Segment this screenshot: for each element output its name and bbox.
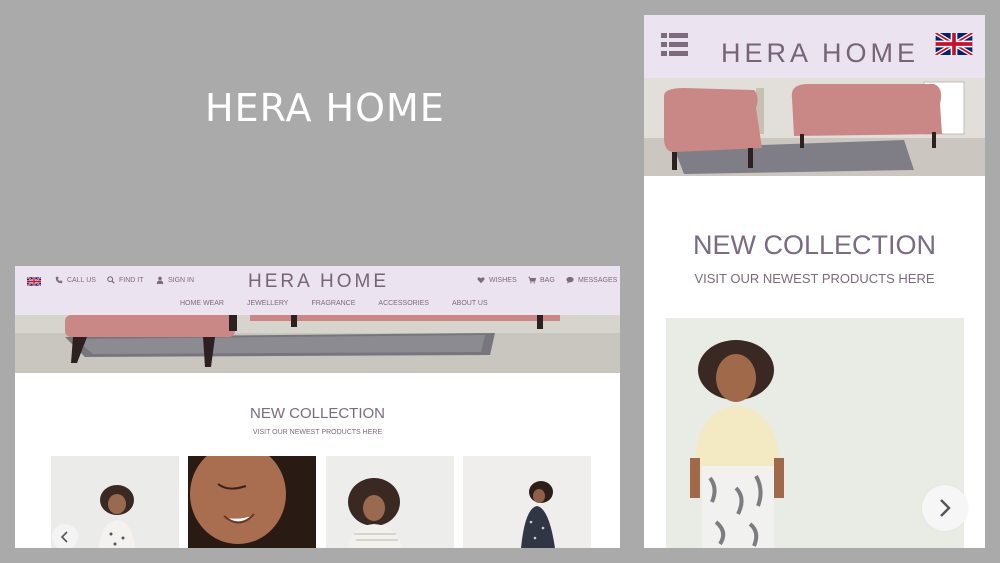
mobile-product-card[interactable]	[666, 318, 964, 548]
desktop-section-title: NEW COLLECTION	[249, 405, 385, 422]
chevron-left-icon	[60, 531, 68, 543]
desktop-section-subtitle[interactable]: VISIT OUR NEWEST PRODUCTS HERE	[15, 429, 620, 436]
desktop-carousel-prev-button[interactable]	[52, 524, 78, 548]
messages-link[interactable]: MESSAGES	[566, 276, 617, 284]
desktop-header: CALL US FIND IT SIGN IN HERA HOME WISHES…	[15, 266, 620, 315]
nav-item-home-wear[interactable]: HOME WEAR	[180, 300, 224, 307]
heart-icon	[477, 277, 485, 284]
hero-title: HERA HOME	[205, 86, 445, 130]
chevron-right-icon	[940, 499, 951, 517]
desktop-utility-bar: CALL US FIND IT SIGN IN HERA HOME WISHES…	[15, 266, 620, 294]
nav-item-about-us[interactable]: ABOUT US	[452, 300, 488, 307]
mobile-section-title: NEW COLLECTION	[692, 230, 937, 260]
desktop-logo[interactable]: HERA HOME	[248, 271, 389, 293]
uk-flag-icon[interactable]	[935, 33, 973, 55]
product-card-3[interactable]	[326, 456, 454, 548]
mobile-header: HERA HOME	[644, 15, 985, 78]
phone-icon	[55, 276, 63, 284]
nav-item-jewellery[interactable]: JEWELLERY	[247, 300, 289, 307]
call-us-label: CALL US	[67, 276, 96, 284]
search-icon	[107, 276, 115, 284]
messages-label: MESSAGES	[578, 276, 618, 284]
mobile-section-subtitle[interactable]: VISIT OUR NEWEST PRODUCTS HERE	[644, 271, 985, 286]
cart-icon	[528, 276, 536, 284]
desktop-mockup: CALL US FIND IT SIGN IN HERA HOME WISHES…	[15, 266, 620, 548]
product-card-2[interactable]	[188, 456, 316, 548]
uk-flag-icon[interactable]	[27, 277, 41, 286]
find-it-link[interactable]: FIND IT	[107, 276, 144, 284]
sign-in-link[interactable]: SIGN IN	[156, 276, 194, 284]
sign-in-label: SIGN IN	[168, 276, 195, 284]
chat-icon	[566, 276, 574, 284]
mobile-logo[interactable]: HERA HOME	[721, 38, 919, 69]
mobile-mockup: HERA HOME NEW COLLECTION VISIT OUR NEWES…	[644, 15, 985, 548]
bag-label: BAG	[540, 276, 555, 284]
menu-icon[interactable]	[661, 33, 688, 56]
find-it-label: FIND IT	[119, 276, 144, 284]
wishes-label: WISHES	[489, 276, 517, 284]
wishes-link[interactable]: WISHES	[477, 276, 517, 284]
bag-link[interactable]: BAG	[528, 276, 555, 284]
nav-item-accessories[interactable]: ACCESSORIES	[378, 300, 429, 307]
mobile-hero-banner-image	[644, 78, 985, 176]
user-icon	[156, 276, 164, 284]
nav-item-fragrance[interactable]: FRAGRANCE	[311, 300, 355, 307]
call-us-link[interactable]: CALL US	[55, 276, 96, 284]
mobile-carousel-next-button[interactable]	[922, 485, 968, 531]
desktop-hero-banner-image	[15, 315, 620, 373]
product-card-4[interactable]	[463, 456, 591, 548]
desktop-main-nav: HOME WEAR JEWELLERY FRAGRANCE ACCESSORIE…	[180, 300, 488, 307]
